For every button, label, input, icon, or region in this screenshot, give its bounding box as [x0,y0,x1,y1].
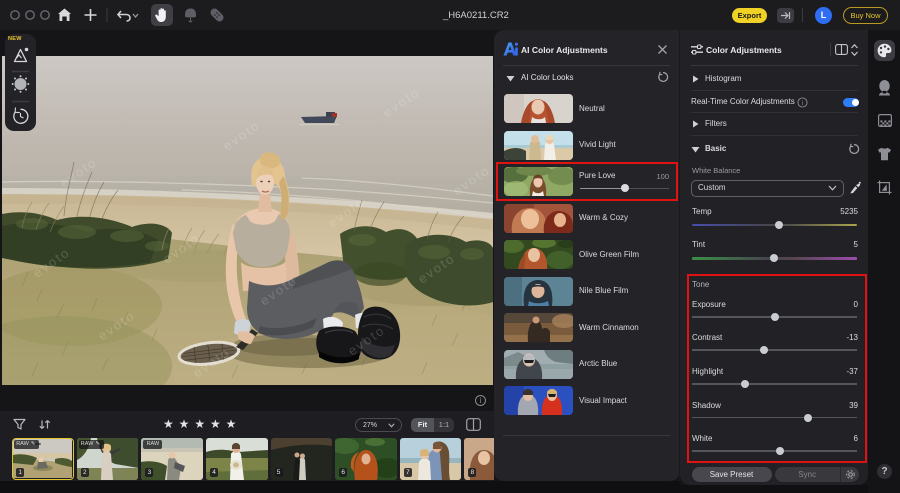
svg-text:i: i [802,100,803,107]
